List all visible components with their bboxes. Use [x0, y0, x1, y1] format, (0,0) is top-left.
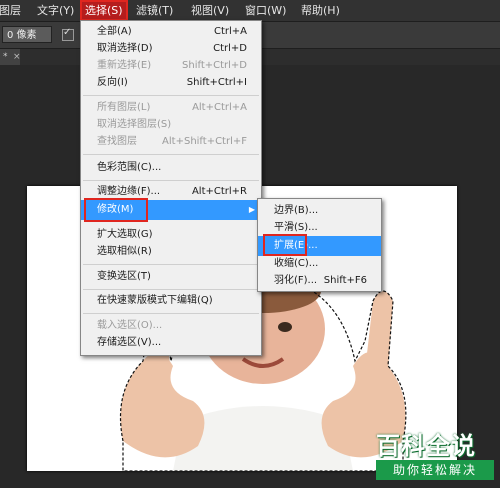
menu-separator — [83, 154, 259, 155]
feather-input[interactable]: 0 像素 — [2, 26, 52, 43]
menu-separator — [83, 289, 259, 290]
menu-filter[interactable]: 滤镜(T) — [131, 0, 178, 21]
menu-item-shortcut: Shift+F6 — [323, 275, 367, 286]
menu-item-label: 羽化(F)... — [274, 275, 318, 286]
menu-item-label: 在快速蒙版模式下编辑(Q) — [97, 295, 213, 306]
select-menu: 全部(A) Ctrl+A 取消选择(D) Ctrl+D 重新选择(E) Shift+C… — [80, 20, 262, 356]
menu-item-similar[interactable]: 选取相似(R) — [81, 242, 261, 262]
watermark-subtitle: 助你轻松解决 — [376, 460, 494, 480]
menu-help[interactable]: 帮助(H) — [296, 0, 345, 21]
anti-alias-checkbox[interactable] — [62, 27, 74, 41]
menu-separator — [83, 264, 259, 265]
document-tab-label: * — [3, 52, 8, 62]
close-icon[interactable]: × — [13, 49, 21, 65]
menu-item-label: 存储选区(V)... — [97, 337, 162, 348]
menu-item-feather[interactable]: 羽化(F)... Shift+F6 — [258, 271, 381, 291]
menu-item-save-selection[interactable]: 存储选区(V)... — [81, 333, 261, 353]
menu-item-color-range[interactable]: 色彩范围(C)... — [81, 158, 261, 178]
menu-item-label: 反向(I) — [97, 77, 128, 88]
watermark-title: 百科全说 — [376, 432, 476, 460]
menu-item-inverse[interactable]: 反向(I) Shift+Ctrl+I — [81, 73, 261, 93]
menu-item-shortcut: Alt+Ctrl+R — [191, 186, 247, 197]
menu-separator — [83, 313, 259, 314]
menu-item-shortcut: Alt+Shift+Ctrl+F — [162, 136, 247, 147]
menu-view[interactable]: 视图(V) — [186, 0, 234, 21]
menu-item-find-layers: 查找图层 Alt+Shift+Ctrl+F — [81, 132, 261, 152]
annotation-highlight-expand — [263, 234, 307, 256]
menu-bar: 图层 文字(Y) 选择(S) 滤镜(T) 视图(V) 窗口(W) 帮助(H) — [0, 0, 500, 22]
watermark-logo: 百科全说 助你轻松解决 — [370, 426, 500, 488]
menu-item-transform-selection[interactable]: 变换选区(T) — [81, 267, 261, 287]
menu-type[interactable]: 文字(Y) — [32, 0, 79, 21]
annotation-highlight-modify — [84, 198, 148, 222]
menu-item-quick-mask[interactable]: 在快速蒙版模式下编辑(Q) — [81, 291, 261, 311]
menu-item-label: 色彩范围(C)... — [97, 162, 162, 173]
menu-item-shortcut: Shift+Ctrl+I — [186, 77, 247, 88]
menu-layer[interactable]: 图层 — [0, 0, 26, 21]
submenu-arrow-icon: ▶ — [248, 205, 255, 214]
menu-window[interactable]: 窗口(W) — [240, 0, 291, 21]
menu-item-label: 选取相似(R) — [97, 246, 152, 257]
menu-item-label: 查找图层 — [97, 136, 137, 147]
menu-item-label: 变换选区(T) — [97, 271, 151, 282]
menu-separator — [83, 95, 259, 96]
menu-select[interactable]: 选择(S) — [80, 0, 128, 21]
menu-separator — [83, 180, 259, 181]
